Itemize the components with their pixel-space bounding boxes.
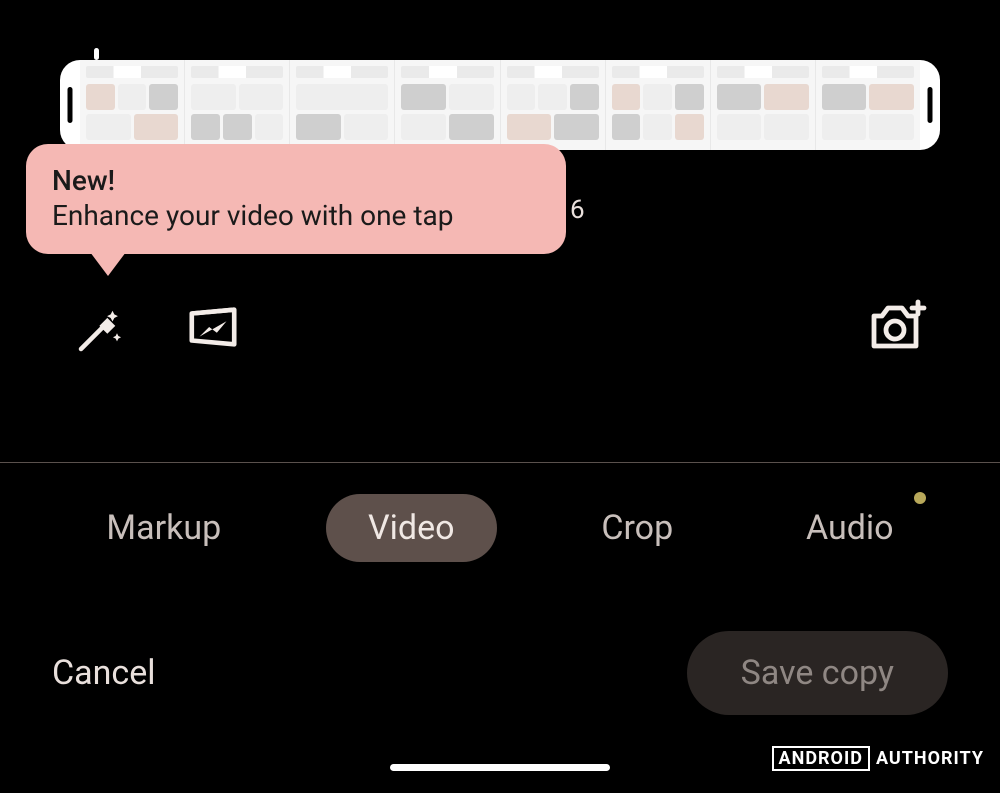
tab-crop[interactable]: Crop xyxy=(573,494,701,562)
timeline-frame[interactable] xyxy=(290,60,395,150)
filmstrip[interactable] xyxy=(80,60,920,150)
notification-dot-icon xyxy=(914,492,926,504)
tool-row xyxy=(0,298,1000,358)
frame-icon[interactable] xyxy=(186,304,240,354)
timeline-frame[interactable] xyxy=(395,60,500,150)
watermark-plain: AUTHORITY xyxy=(876,748,984,769)
tab-label: Markup xyxy=(106,508,221,548)
edit-tabs: Markup Video Crop Audio xyxy=(0,490,1000,566)
video-timeline[interactable] xyxy=(60,60,940,150)
tab-video[interactable]: Video xyxy=(326,494,497,562)
timeline-frame[interactable] xyxy=(711,60,816,150)
trim-handle-left[interactable] xyxy=(60,60,80,150)
new-feature-tooltip: New! Enhance your video with one tap xyxy=(26,144,566,254)
playhead-tick xyxy=(94,48,99,60)
tab-label: Audio xyxy=(806,508,894,548)
gesture-nav-handle[interactable] xyxy=(390,764,610,771)
cancel-button[interactable]: Cancel xyxy=(52,653,156,693)
timeline-frame[interactable] xyxy=(501,60,606,150)
editor-screen: New! Enhance your video with one tap 6 xyxy=(0,0,1000,793)
tab-markup[interactable]: Markup xyxy=(78,494,249,562)
action-row: Cancel Save copy xyxy=(0,633,1000,713)
watermark: ANDROID AUTHORITY xyxy=(772,746,984,771)
obscured-text: 6 xyxy=(570,195,585,225)
timeline-frame[interactable] xyxy=(185,60,290,150)
save-copy-button[interactable]: Save copy xyxy=(687,631,948,715)
timeline-frame[interactable] xyxy=(80,60,185,150)
timeline-frame[interactable] xyxy=(606,60,711,150)
watermark-boxed: ANDROID xyxy=(772,746,870,771)
tab-label: Video xyxy=(368,508,455,548)
tab-audio[interactable]: Audio xyxy=(778,494,922,562)
magic-wand-icon[interactable] xyxy=(72,304,126,362)
divider xyxy=(0,462,1000,463)
trim-handle-right[interactable] xyxy=(920,60,940,150)
frame-export-icon[interactable] xyxy=(868,298,928,358)
tab-label: Crop xyxy=(601,508,673,548)
tooltip-title: New! xyxy=(52,164,540,197)
tooltip-pointer-icon xyxy=(90,252,126,276)
timeline-frame[interactable] xyxy=(816,60,920,150)
tooltip-body: Enhance your video with one tap xyxy=(52,199,540,232)
